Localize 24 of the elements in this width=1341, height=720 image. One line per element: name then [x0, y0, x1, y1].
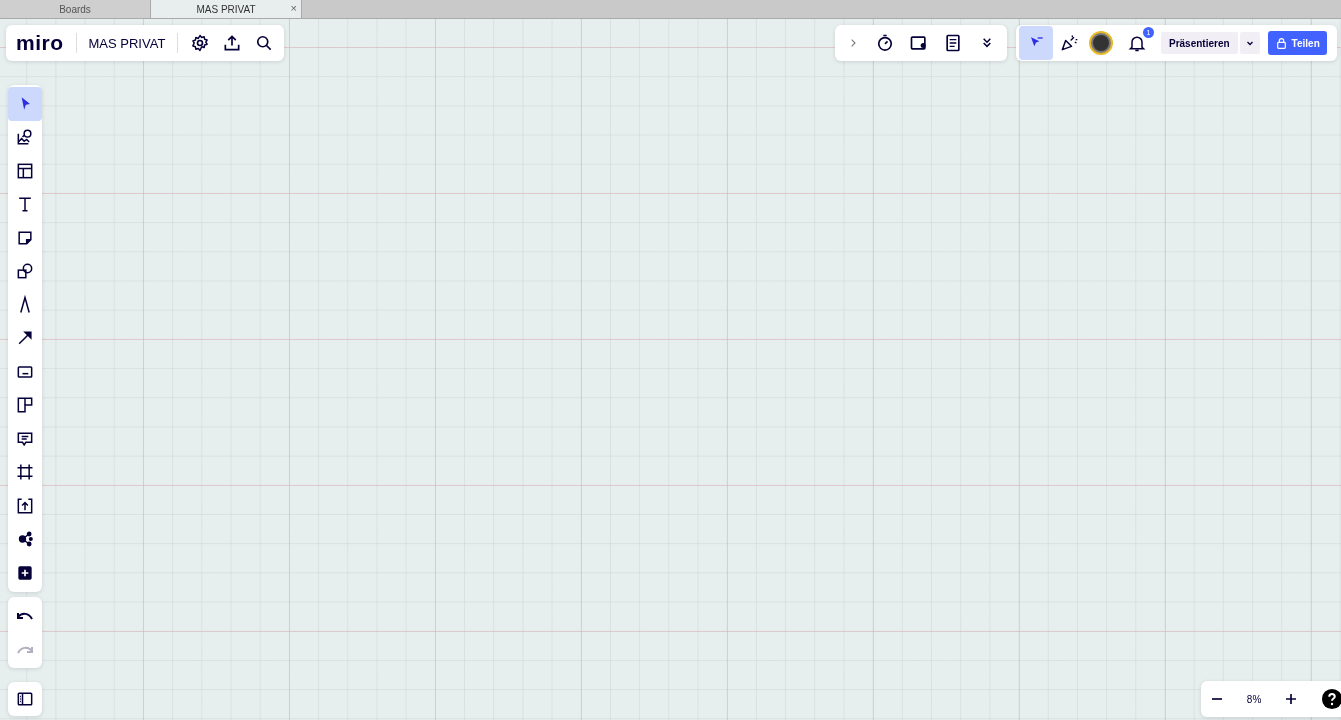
share-button[interactable]: Teilen [1267, 31, 1327, 55]
redo-icon [17, 644, 33, 654]
present-button[interactable]: Präsentieren [1161, 32, 1238, 54]
zoom-level[interactable]: 8% [1246, 693, 1262, 705]
lock-icon [1274, 36, 1288, 50]
notes-icon[interactable] [943, 33, 963, 53]
screen-icon[interactable] [909, 33, 929, 53]
help-icon[interactable] [1321, 688, 1341, 710]
timer-icon[interactable] [875, 33, 895, 53]
browser-tab[interactable]: Boards [0, 0, 151, 18]
select-tool[interactable] [8, 87, 42, 121]
board-name[interactable]: MAS PRIVAT [88, 35, 166, 51]
frame-icon [15, 462, 35, 483]
user-avatar[interactable] [1089, 31, 1113, 55]
browser-tab[interactable]: MAS PRIVAT × [151, 0, 302, 18]
upload-icon[interactable] [222, 33, 243, 53]
party-popper-icon[interactable] [1059, 33, 1079, 53]
miro-logo[interactable]: miro [16, 31, 64, 55]
present-dropdown-button[interactable] [1239, 32, 1260, 54]
settings-icon[interactable] [190, 33, 211, 53]
bell-icon[interactable] [1127, 33, 1147, 53]
close-tab-button[interactable]: × [290, 2, 297, 14]
cursor-mode-button[interactable] [1019, 26, 1053, 60]
undo-icon [17, 611, 33, 621]
